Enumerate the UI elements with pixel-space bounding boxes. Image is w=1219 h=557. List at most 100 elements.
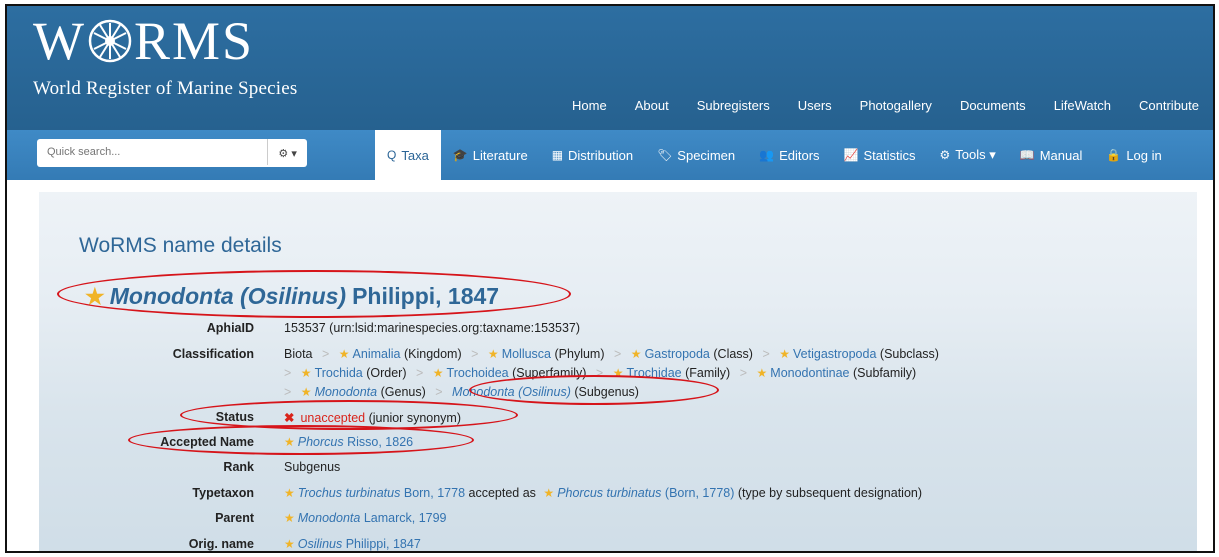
- top-nav-documents[interactable]: Documents: [960, 98, 1026, 113]
- star-icon: ★: [284, 435, 295, 449]
- class-rank: (Order): [366, 366, 407, 380]
- tab-tools-label: Tools ▾: [955, 147, 996, 162]
- worms-logo[interactable]: W RMS World Register of Marine Species: [33, 14, 297, 100]
- top-nav-contribute[interactable]: Contribute: [1139, 98, 1199, 113]
- orig-name-label: Orig. name: [188, 537, 254, 551]
- lock-icon: 🔒: [1106, 148, 1122, 162]
- tag-icon: 🏷: [657, 148, 673, 162]
- class-link[interactable]: Monodonta: [315, 385, 378, 399]
- class-rank: (Subclass): [879, 347, 939, 361]
- top-nav-subregisters[interactable]: Subregisters: [697, 98, 770, 113]
- tab-manual[interactable]: 📖 Manual: [1008, 130, 1095, 180]
- top-nav-home[interactable]: Home: [572, 98, 607, 113]
- typetaxon-value: ★ Trochus turbinatus Born, 1778 accepted …: [284, 486, 922, 500]
- top-nav-users[interactable]: Users: [798, 98, 832, 113]
- orig-name-link[interactable]: Osilinus: [298, 537, 342, 551]
- book-icon: 📖: [1019, 148, 1035, 162]
- typetaxon-link[interactable]: Trochus turbinatus: [298, 486, 401, 500]
- class-link[interactable]: Trochida: [315, 366, 363, 380]
- top-nav: Home About Subregisters Users Photogalle…: [558, 98, 1213, 113]
- chevron-right-icon: >: [415, 366, 424, 380]
- star-icon: ★: [543, 486, 555, 500]
- tab-taxa[interactable]: Q Taxa: [375, 130, 441, 180]
- class-rank: (Family): [685, 366, 731, 380]
- tab-manual-label: Manual: [1039, 147, 1083, 163]
- graduation-cap-icon: 🎓: [452, 148, 468, 162]
- status-value-wrap: ✖ unaccepted (junior synonym): [284, 410, 461, 425]
- rank-value: Subgenus: [284, 460, 341, 474]
- tab-distribution-label: Distribution: [568, 147, 634, 163]
- star-icon: ★: [284, 537, 295, 551]
- tab-specimen-label: Specimen: [677, 147, 736, 163]
- orig-name-author[interactable]: Philippi, 1847: [346, 537, 421, 551]
- aphiaid-label: AphiaID: [206, 321, 254, 335]
- tab-editors[interactable]: 👥 Editors: [747, 130, 831, 180]
- star-icon: ★: [432, 366, 444, 380]
- chevron-right-icon: >: [762, 347, 770, 361]
- accepted-name-link[interactable]: Phorcus: [298, 435, 344, 449]
- tab-statistics[interactable]: 📈 Statistics: [832, 130, 928, 180]
- class-link[interactable]: Monodontinae: [770, 366, 849, 380]
- class-rank: (Kingdom): [403, 347, 462, 361]
- chevron-right-icon: >: [595, 366, 604, 380]
- accepted-author-link[interactable]: Risso, 1826: [347, 435, 413, 449]
- sub-nav: ⚙ ▾ Q Taxa 🎓 Literature ▦ Distribution 🏷…: [7, 130, 1213, 180]
- classification-line-3: > ★ Monodonta (Genus) > Monodonta (Osilin…: [284, 385, 639, 399]
- tab-editors-label: Editors: [779, 147, 820, 163]
- tab-login[interactable]: 🔒 Log in: [1094, 130, 1173, 180]
- top-nav-lifewatch[interactable]: LifeWatch: [1054, 98, 1111, 113]
- class-link[interactable]: Gastropoda: [645, 347, 710, 361]
- class-link[interactable]: Trochidae: [626, 366, 681, 380]
- top-nav-photogallery[interactable]: Photogallery: [860, 98, 932, 113]
- logo-letter-w: W: [33, 11, 86, 71]
- cogs-icon: ⚙: [939, 148, 951, 162]
- status-note: (junior synonym): [368, 411, 461, 425]
- star-icon: ★: [612, 366, 624, 380]
- taxon-authority: Philippi, 1847: [352, 283, 500, 309]
- star-icon: ★: [630, 347, 642, 361]
- star-icon: ★: [284, 486, 295, 500]
- status-value: unaccepted: [300, 411, 366, 425]
- line-chart-icon: 📈: [843, 148, 859, 162]
- parent-author[interactable]: Lamarck, 1799: [364, 511, 447, 525]
- star-icon: ★: [300, 385, 312, 399]
- tab-specimen[interactable]: 🏷 Specimen: [645, 130, 747, 180]
- top-nav-about[interactable]: About: [635, 98, 669, 113]
- star-icon: ★: [756, 366, 768, 380]
- close-icon: ✖: [284, 411, 295, 425]
- class-rank: (Subgenus): [574, 385, 639, 399]
- starfish-icon: [88, 19, 132, 63]
- class-link-current[interactable]: Monodonta (Osilinus): [452, 385, 571, 399]
- chevron-right-icon: >: [284, 366, 292, 380]
- class-link[interactable]: Animalia: [353, 347, 401, 361]
- parent-value: ★ Monodonta Lamarck, 1799: [284, 511, 447, 525]
- tab-literature[interactable]: 🎓 Literature: [441, 130, 540, 180]
- class-link[interactable]: Mollusca: [502, 347, 551, 361]
- chevron-right-icon: >: [471, 347, 479, 361]
- tab-distribution[interactable]: ▦ Distribution: [540, 130, 645, 180]
- class-link[interactable]: Trochoidea: [447, 366, 509, 380]
- typetaxon-accepted-author[interactable]: (Born, 1778): [665, 486, 734, 500]
- browser-frame: W RMS World Register of Marine Species H…: [5, 4, 1215, 553]
- search-options-gear-icon[interactable]: ⚙ ▾: [268, 139, 307, 167]
- typetaxon-note: (type by subsequent designation): [737, 486, 923, 500]
- typetaxon-label: Typetaxon: [192, 486, 254, 500]
- quick-search-input[interactable]: [37, 139, 269, 165]
- class-rank: (Phylum): [554, 347, 605, 361]
- class-rank: (Superfamily): [512, 366, 587, 380]
- class-rank: (Class): [713, 347, 753, 361]
- aphiaid-value: 153537 (urn:lsid:marinespecies.org:taxna…: [284, 321, 581, 335]
- quick-search: ⚙ ▾: [37, 139, 307, 167]
- parent-link[interactable]: Monodonta: [298, 511, 361, 525]
- tab-tools[interactable]: ⚙ Tools ▾: [928, 130, 1008, 180]
- tab-taxa-label: Taxa: [401, 147, 429, 163]
- star-icon: ★: [284, 511, 295, 525]
- rank-label: Rank: [223, 460, 254, 474]
- chevron-right-icon: >: [435, 385, 443, 399]
- tab-statistics-label: Statistics: [863, 147, 916, 163]
- tab-login-label: Log in: [1126, 147, 1162, 163]
- typetaxon-author[interactable]: Born, 1778: [404, 486, 465, 500]
- logo-letters-rms: RMS: [133, 11, 255, 71]
- typetaxon-accepted-link[interactable]: Phorcus turbinatus: [557, 486, 661, 500]
- class-link[interactable]: Vetigastropoda: [793, 347, 876, 361]
